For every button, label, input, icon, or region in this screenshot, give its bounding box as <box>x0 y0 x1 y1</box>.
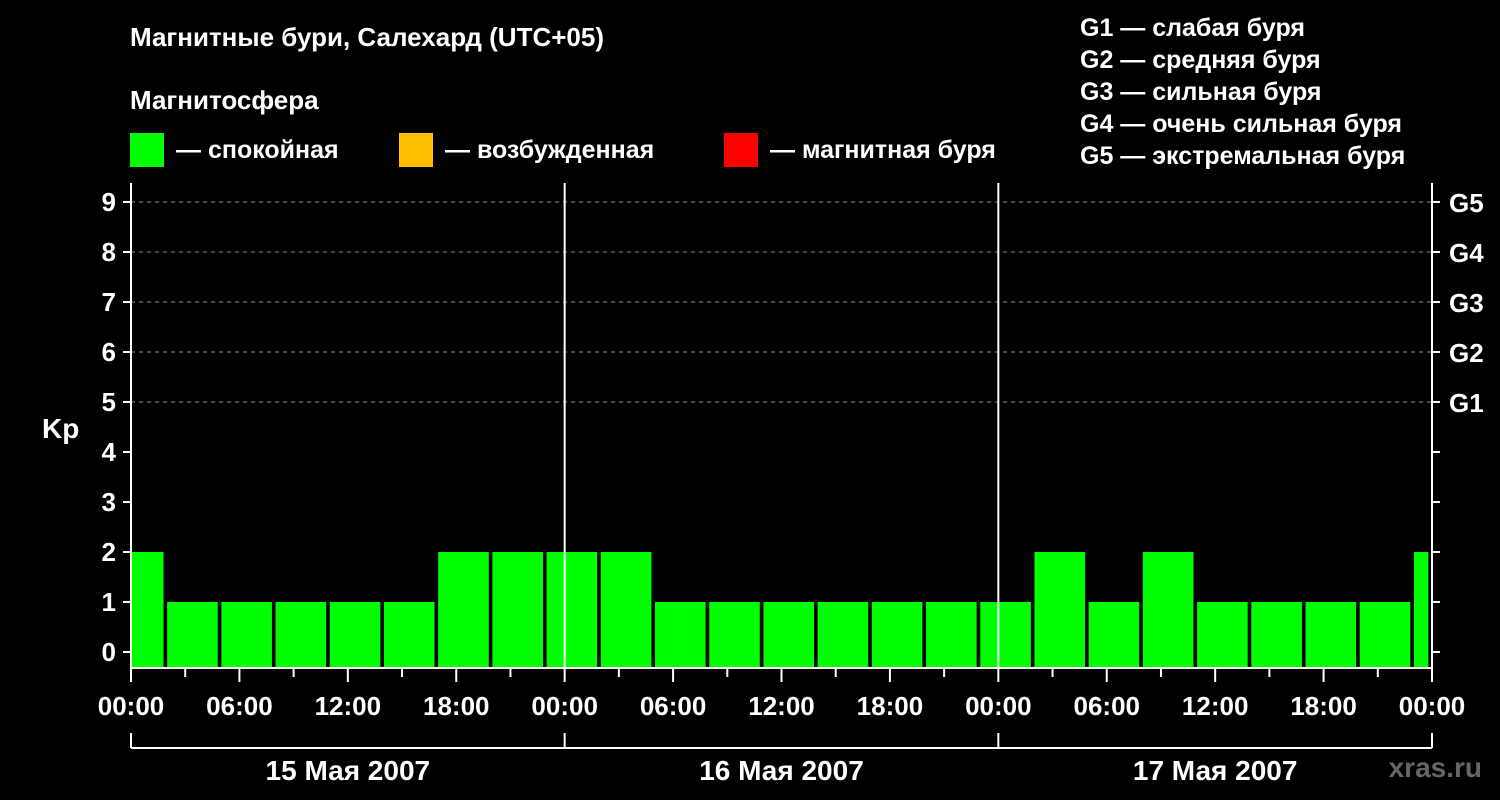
day-label: 16 Мая 2007 <box>699 755 864 786</box>
kp-bar <box>492 552 543 668</box>
y-axis-label: Kp <box>42 413 79 444</box>
kp-bar <box>1305 602 1357 668</box>
x-tick-label: 00:00 <box>531 691 598 721</box>
kp-bar <box>926 602 977 668</box>
kp-bar <box>980 602 1031 668</box>
kp-bar <box>1142 552 1194 668</box>
watermark: xras.ru <box>1388 752 1482 783</box>
kp-bar <box>275 602 327 668</box>
x-tick-label: 12:00 <box>748 691 815 721</box>
kp-bar-chart: 0 1 2 3 4 5 6 7 8 9 G1 G2 G3 G4 G5 Kp 00:00 06:00 12:00 18:… <box>42 183 1484 786</box>
y-tick-label: 5 <box>102 387 116 417</box>
x-tick-label: 00:00 <box>1399 691 1466 721</box>
kp-bar <box>763 602 815 668</box>
y-tick-label: 0 <box>102 637 116 667</box>
kp-bar <box>438 552 489 668</box>
x-tick-label: 06:00 <box>206 691 273 721</box>
kp-bar <box>655 602 706 668</box>
kp-bar <box>221 602 272 668</box>
x-tick-label: 06:00 <box>640 691 707 721</box>
kp-bar <box>709 602 760 668</box>
kp-bar <box>600 552 652 668</box>
kp-bar <box>817 602 869 668</box>
kp-bar <box>329 602 381 668</box>
x-tick-label: 06:00 <box>1074 691 1141 721</box>
kp-bar <box>131 552 164 668</box>
storm-level-label: G2 <box>1449 338 1484 368</box>
x-tick-label: 18:00 <box>857 691 924 721</box>
kp-bar <box>871 602 923 668</box>
kp-bar <box>1197 602 1248 668</box>
kp-bar <box>383 602 435 668</box>
storm-level-label: G4 <box>1449 238 1484 268</box>
x-tick-label: 18:00 <box>1290 691 1357 721</box>
kp-bar <box>1251 602 1302 668</box>
kp-bar <box>1088 602 1140 668</box>
kp-bar <box>546 552 598 668</box>
storm-level-label: G1 <box>1449 388 1484 418</box>
day-label: 15 Мая 2007 <box>266 755 431 786</box>
kp-bar <box>1413 552 1429 668</box>
kp-bar <box>167 602 218 668</box>
y-tick-label: 6 <box>102 337 116 367</box>
storm-level-label: G3 <box>1449 288 1484 318</box>
y-tick-label: 8 <box>102 237 116 267</box>
x-tick-label: 12:00 <box>315 691 382 721</box>
kp-bar <box>1359 602 1411 668</box>
kp-bar <box>1034 552 1086 668</box>
x-tick-label: 18:00 <box>423 691 490 721</box>
y-tick-label: 1 <box>102 587 116 617</box>
day-label: 17 Мая 2007 <box>1133 755 1298 786</box>
y-tick-label: 7 <box>102 287 116 317</box>
y-tick-label: 2 <box>102 537 116 567</box>
y-tick-label: 4 <box>102 437 117 467</box>
y-tick-label: 9 <box>102 187 116 217</box>
storm-level-label: G5 <box>1449 188 1484 218</box>
y-tick-label: 3 <box>102 487 116 517</box>
x-tick-label: 00:00 <box>965 691 1032 721</box>
x-tick-label: 12:00 <box>1182 691 1249 721</box>
x-tick-label: 00:00 <box>98 691 165 721</box>
